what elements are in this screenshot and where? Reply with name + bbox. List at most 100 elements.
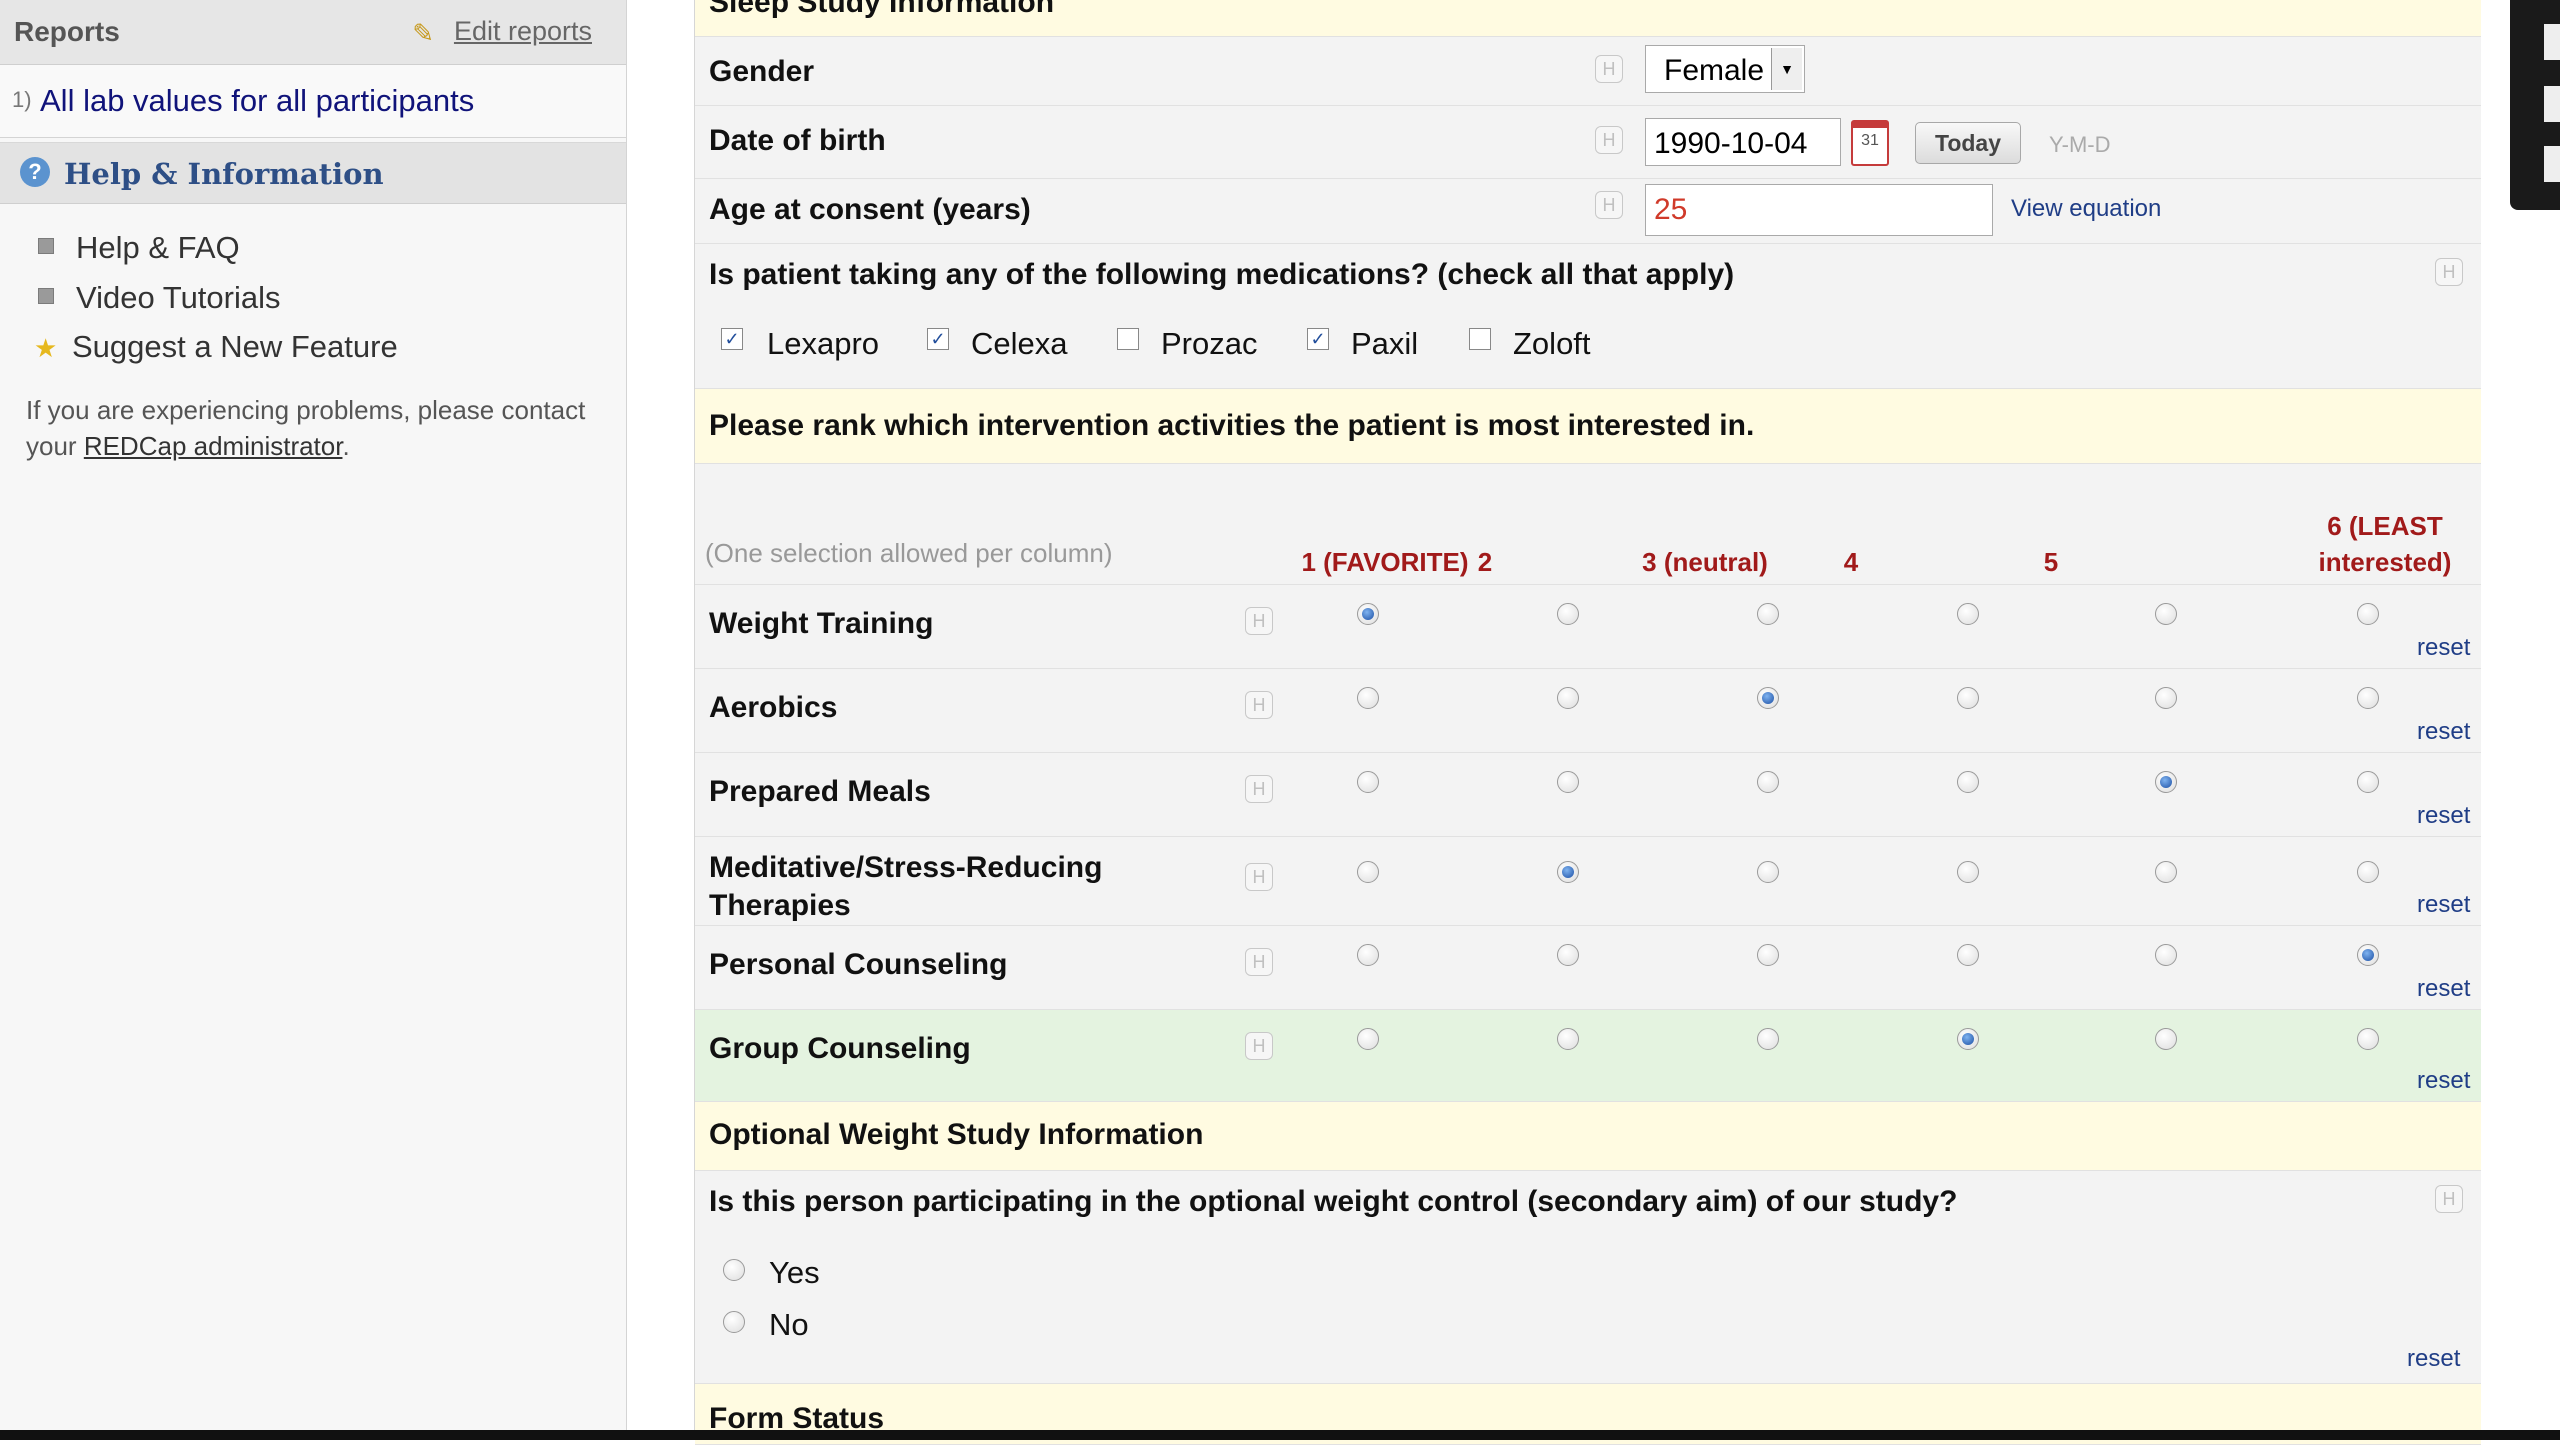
rank-radio[interactable] [2155,603,2177,625]
dob-input[interactable]: 1990-10-04 [1645,118,1841,166]
rank-radio[interactable] [2357,771,2379,793]
gender-select-value: Female [1664,54,1765,87]
help-information-title[interactable]: Help & Information [64,157,384,191]
rank-radio[interactable] [2155,861,2177,883]
rank-radio[interactable] [1357,771,1379,793]
rank-radio[interactable] [1357,1028,1379,1050]
rank-radio[interactable] [1957,603,1979,625]
radio-yes[interactable] [723,1259,745,1281]
checkbox-celexa[interactable]: ✓ [927,328,949,350]
rank-radio[interactable] [1557,861,1579,883]
video-tutorials-link[interactable]: Video Tutorials [76,280,281,315]
label-yes[interactable]: Yes [769,1255,820,1291]
matrix-row-label: Aerobics [709,691,838,724]
chevron-down-icon[interactable]: ▼ [1771,48,1802,90]
rank-radio[interactable] [1957,861,1979,883]
rank-radio[interactable] [1557,771,1579,793]
matrix-row-label: Group Counseling [709,1032,971,1065]
field-history-icon[interactable]: H [1245,863,1273,891]
column-header-6-line2: interested) [2318,547,2452,577]
gender-label: Gender [709,55,815,88]
label-prozac[interactable]: Prozac [1161,326,1257,362]
field-history-icon[interactable]: H [1245,948,1273,976]
checkbox-lexapro[interactable]: ✓ [721,328,743,350]
field-history-icon[interactable]: H [1245,607,1273,635]
rank-radio[interactable] [1757,687,1779,709]
rank-radio[interactable] [2357,1028,2379,1050]
label-zoloft[interactable]: Zoloft [1513,326,1591,362]
report-item[interactable]: 1) All lab values for all participants [0,65,626,138]
rank-radio[interactable] [1957,1028,1979,1050]
reset-link[interactable]: reset [2417,718,2470,746]
view-equation-link[interactable]: View equation [2011,195,2161,223]
rank-radio[interactable] [1557,944,1579,966]
suggest-feature-item[interactable]: ★ Suggest a New Feature [34,329,398,365]
rank-radio[interactable] [1357,861,1379,883]
field-history-icon[interactable]: H [1245,775,1273,803]
field-history-icon[interactable]: H [1595,126,1623,154]
field-history-icon[interactable]: H [2435,258,2463,286]
suggest-feature-link[interactable]: Suggest a New Feature [72,329,398,364]
matrix-row: Weight Training Hreset [695,585,2481,669]
column-header-2: 2 [1477,547,1493,577]
field-history-icon[interactable]: H [2435,1185,2463,1213]
pencil-icon[interactable]: ✎ [412,18,434,49]
calendar-icon[interactable]: 31 [1851,120,1889,166]
rank-radio[interactable] [2357,861,2379,883]
rank-question: Please rank which intervention activitie… [709,409,1755,442]
rank-radio[interactable] [1757,861,1779,883]
rank-radio[interactable] [2155,944,2177,966]
dob-row: Date of birth H 1990-10-04 31 Today Y-M-… [695,106,2481,179]
edit-reports-link[interactable]: Edit reports [454,16,592,47]
help-faq-item[interactable]: Help & FAQ [38,230,240,266]
label-celexa[interactable]: Celexa [971,326,1068,362]
rank-radio[interactable] [1557,1028,1579,1050]
checkbox-prozac[interactable] [1117,328,1139,350]
reset-link[interactable]: reset [2417,975,2470,1003]
rank-radio[interactable] [1957,687,1979,709]
field-history-icon[interactable]: H [1245,1032,1273,1060]
rank-radio[interactable] [2357,603,2379,625]
age-input[interactable]: 25 [1645,184,1993,236]
reset-link[interactable]: reset [2407,1345,2460,1373]
video-tutorials-item[interactable]: Video Tutorials [38,280,281,316]
rank-radio[interactable] [1757,1028,1779,1050]
redcap-admin-link[interactable]: REDCap administrator [84,431,343,461]
reset-link[interactable]: reset [2417,1067,2470,1095]
help-faq-link[interactable]: Help & FAQ [76,230,240,265]
field-history-icon[interactable]: H [1245,691,1273,719]
rank-radio[interactable] [1757,603,1779,625]
rank-radio[interactable] [1357,687,1379,709]
report-link-lab-values[interactable]: All lab values for all participants [40,83,474,119]
rank-radio[interactable] [1357,944,1379,966]
bullet-icon [38,288,54,304]
field-history-icon[interactable]: H [1595,191,1623,219]
rank-radio[interactable] [1957,771,1979,793]
label-no[interactable]: No [769,1307,809,1343]
checkbox-zoloft[interactable] [1469,328,1491,350]
label-paxil[interactable]: Paxil [1351,326,1418,362]
rank-radio[interactable] [2155,771,2177,793]
rank-radio[interactable] [2155,687,2177,709]
radio-no[interactable] [723,1311,745,1333]
reset-link[interactable]: reset [2417,634,2470,662]
reset-link[interactable]: reset [2417,891,2470,919]
today-button[interactable]: Today [1915,122,2021,164]
medications-question: Is patient taking any of the following m… [709,258,1735,291]
rank-radio[interactable] [1957,944,1979,966]
rank-radio[interactable] [2357,944,2379,966]
checkbox-paxil[interactable]: ✓ [1307,328,1329,350]
rank-radio[interactable] [1757,771,1779,793]
help-information-header[interactable]: ? Help & Information [0,142,626,204]
rank-radio[interactable] [1357,603,1379,625]
reset-link[interactable]: reset [2417,802,2470,830]
gender-select[interactable]: Female ▼ [1645,45,1805,93]
label-lexapro[interactable]: Lexapro [767,326,879,362]
rank-radio[interactable] [1757,944,1779,966]
rank-radio[interactable] [1557,687,1579,709]
rank-radio[interactable] [2357,687,2379,709]
field-history-icon[interactable]: H [1595,55,1623,83]
rank-radio[interactable] [1557,603,1579,625]
data-entry-form: Sleep Study Information Gender H Female … [694,0,2481,1445]
rank-radio[interactable] [2155,1028,2177,1050]
